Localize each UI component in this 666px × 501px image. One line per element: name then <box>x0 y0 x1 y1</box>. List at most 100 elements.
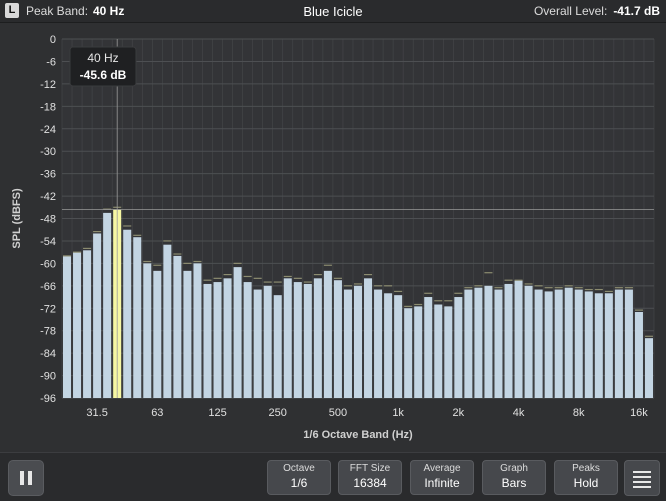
spectrum-bar[interactable] <box>283 278 292 398</box>
menu-icon-line <box>633 476 651 478</box>
spectrum-bar[interactable] <box>494 289 503 398</box>
top-bar: L Peak Band: 40 Hz Blue Icicle Overall L… <box>0 0 666 23</box>
x-tick-label: 63 <box>151 407 163 419</box>
fft-size-value: 16384 <box>353 476 387 490</box>
y-tick-label: -24 <box>40 124 56 136</box>
spectrum-bar[interactable] <box>594 293 603 398</box>
spectrum-bar[interactable] <box>333 280 342 398</box>
octave-button[interactable]: Octave 1/6 <box>267 460 331 495</box>
average-button[interactable]: Average Infinite <box>410 460 474 495</box>
spectrum-bar[interactable] <box>343 289 352 398</box>
spectrum-bar[interactable] <box>514 280 523 398</box>
x-tick-label: 250 <box>269 407 287 419</box>
spectrum-bar[interactable] <box>93 233 102 398</box>
menu-button[interactable] <box>624 460 660 496</box>
spectrum-bar[interactable] <box>353 285 363 398</box>
spectrum-bar[interactable] <box>183 270 192 398</box>
y-tick-label: -36 <box>40 169 56 181</box>
spectrum-bar[interactable] <box>414 306 423 398</box>
spectrum-bar[interactable] <box>634 311 643 398</box>
y-tick-label: -84 <box>40 348 56 360</box>
x-axis-title: 1/6 Octave Band (Hz) <box>303 429 413 441</box>
spectrum-bar[interactable] <box>444 306 453 398</box>
spectrum-bar[interactable] <box>454 297 463 398</box>
spectrum-bar[interactable] <box>404 308 413 398</box>
x-tick-label: 31.5 <box>86 407 107 419</box>
y-axis-title: SPL (dBFS) <box>11 188 23 249</box>
spectrum-bar[interactable] <box>223 278 232 398</box>
spectrum-bar[interactable] <box>624 289 633 398</box>
spectrum-bar[interactable] <box>384 293 393 398</box>
menu-icon-line <box>633 481 651 483</box>
x-tick-label: 500 <box>329 407 347 419</box>
spectrum-bar[interactable] <box>313 278 322 398</box>
spectrum-bar[interactable] <box>564 287 573 398</box>
x-tick-label: 125 <box>208 407 226 419</box>
spectrum-bar[interactable] <box>464 289 473 398</box>
spectrum-bar[interactable] <box>203 283 212 398</box>
pause-icon <box>20 471 24 485</box>
menu-icon <box>633 471 651 473</box>
channel-badge[interactable]: L <box>5 3 19 18</box>
spectrum-bar[interactable] <box>644 338 653 398</box>
spectrum-bar[interactable] <box>303 283 312 398</box>
x-tick-label: 1k <box>392 407 404 419</box>
spectrum-bar[interactable] <box>374 289 383 398</box>
y-tick-label: -18 <box>40 101 56 113</box>
spectrum-bar[interactable] <box>584 291 593 398</box>
tooltip-level: -45.6 dB <box>80 68 127 82</box>
spectrum-bar[interactable] <box>123 229 132 398</box>
average-label: Average <box>423 463 461 474</box>
spectrum-bar[interactable] <box>63 255 72 398</box>
tooltip-frequency: 40 Hz <box>87 51 118 65</box>
y-tick-label: -12 <box>40 79 56 91</box>
fft-size-label: FFT Size <box>349 463 391 474</box>
spectrum-bar[interactable] <box>434 304 443 398</box>
spectrum-bar[interactable] <box>253 289 262 398</box>
spectrum-bar[interactable] <box>364 278 373 398</box>
spectrum-bar[interactable] <box>394 295 403 398</box>
spectrum-bar[interactable] <box>73 252 82 398</box>
spectrum-bar[interactable] <box>143 263 152 398</box>
spectrum-chart[interactable]: 0 -6 -12 -18 -24 -30 -36 -42 -48 -54 -60 -66 -72 -78 -… <box>0 22 666 452</box>
octave-label: Octave <box>283 463 315 474</box>
spectrum-bar[interactable] <box>474 287 483 398</box>
spectrum-bar[interactable] <box>293 282 302 398</box>
spectrum-bar[interactable] <box>273 295 282 398</box>
spectrum-bar[interactable] <box>604 293 613 398</box>
peaks-button[interactable]: Peaks Hold <box>554 460 618 495</box>
y-tick-label: -6 <box>46 56 56 68</box>
spectrum-bar[interactable] <box>213 282 222 398</box>
spectrum-bar[interactable] <box>323 270 332 398</box>
pause-button[interactable] <box>8 460 44 496</box>
bottom-toolbar: Octave 1/6 FFT Size 16384 Average Infini… <box>0 452 666 501</box>
spectrum-bar[interactable] <box>524 285 533 398</box>
fft-size-button[interactable]: FFT Size 16384 <box>338 460 402 495</box>
y-tick-label: 0 <box>50 34 56 46</box>
y-tick-label: -66 <box>40 281 56 293</box>
spectrum-bar[interactable] <box>163 244 172 398</box>
spectrum-bar[interactable] <box>424 297 433 398</box>
spectrum-bar[interactable] <box>103 212 112 398</box>
spectrum-bar[interactable] <box>534 289 543 398</box>
spectrum-bar[interactable] <box>614 289 623 398</box>
spectrum-bar[interactable] <box>554 289 563 398</box>
spectrum-bar[interactable] <box>83 250 92 398</box>
spectrum-bar[interactable] <box>484 285 493 398</box>
y-tick-label: -78 <box>40 326 56 338</box>
spectrum-bar[interactable] <box>193 263 202 398</box>
spectrum-bar[interactable] <box>504 283 513 398</box>
overall-level: Overall Level: -41.7 dB <box>534 4 660 18</box>
graph-button[interactable]: Graph Bars <box>482 460 546 495</box>
spectrum-bar[interactable] <box>544 291 553 398</box>
x-tick-label: 4k <box>513 407 525 419</box>
spectrum-bar[interactable] <box>173 255 182 398</box>
spectrum-bar[interactable] <box>263 285 272 398</box>
spectrum-bar[interactable] <box>574 289 583 398</box>
y-tick-label: -96 <box>40 393 56 405</box>
graph-value: Bars <box>501 476 527 490</box>
spectrum-bar[interactable] <box>243 282 252 398</box>
spectrum-bar[interactable] <box>233 267 242 398</box>
spectrum-bar[interactable] <box>133 237 142 398</box>
spectrum-bar[interactable] <box>153 270 162 398</box>
